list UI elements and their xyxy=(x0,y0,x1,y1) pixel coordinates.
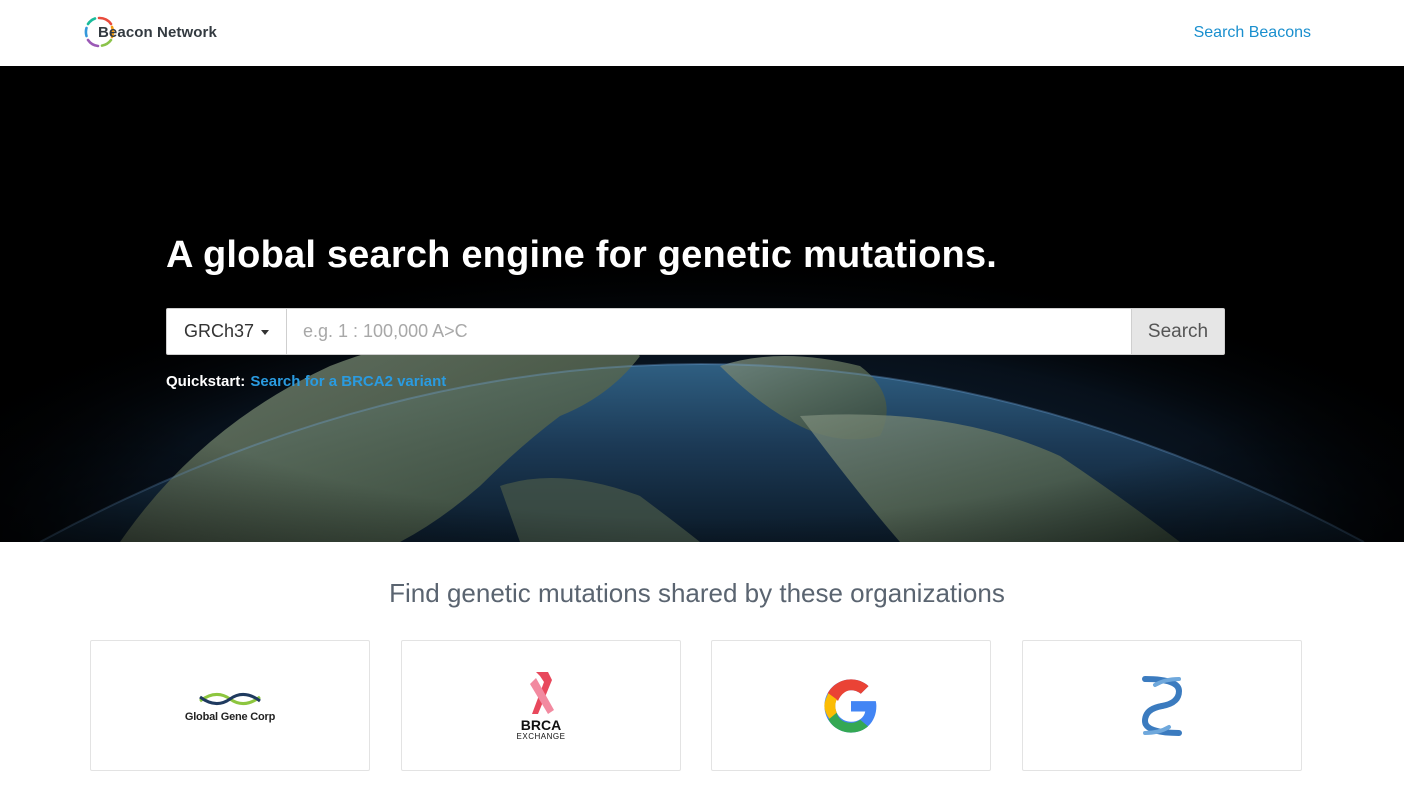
dna-swoosh-icon xyxy=(199,692,261,705)
ribbon-icon xyxy=(530,671,554,714)
assembly-dropdown[interactable]: GRCh37 xyxy=(166,308,287,355)
brca-name: BRCA xyxy=(520,716,562,733)
assembly-selected: GRCh37 xyxy=(183,321,255,341)
org-card-global-gene-corp[interactable]: Global Gene Corp xyxy=(90,640,370,771)
hero-title: A global search engine for genetic mutat… xyxy=(166,234,998,276)
search-bar: GRCh37 Search xyxy=(166,308,1225,355)
search-button[interactable]: Search xyxy=(1131,308,1225,355)
org-card-brca-exchange[interactable]: BRCA EXCHANGE xyxy=(401,640,681,771)
brca-exchange-logo: BRCA EXCHANGE xyxy=(517,670,566,742)
global-gene-corp-name: Global Gene Corp xyxy=(184,710,276,723)
brca-subtitle: EXCHANGE xyxy=(516,731,566,741)
variant-search-input[interactable] xyxy=(287,308,1131,355)
caret-down-icon xyxy=(261,330,270,335)
organizations-title: Find genetic mutations shared by these o… xyxy=(389,578,1005,608)
quickstart-label: Quickstart: xyxy=(166,373,246,390)
helix-logo-icon xyxy=(1141,675,1183,736)
quickstart: Quickstart: Search for a BRCA2 variant xyxy=(166,373,446,390)
org-card-helix[interactable] xyxy=(1022,640,1302,771)
hero-section: A global search engine for genetic mutat… xyxy=(0,66,1404,542)
quickstart-brca2-link[interactable]: Search for a BRCA2 variant xyxy=(250,373,446,390)
global-gene-corp-logo: Global Gene Corp xyxy=(185,689,275,723)
top-navbar: Beacon Network Search Beacons xyxy=(0,0,1404,66)
org-card-google[interactable] xyxy=(711,640,991,771)
earth-background-image xyxy=(0,66,1404,542)
search-beacons-link[interactable]: Search Beacons xyxy=(1194,24,1311,42)
brand-logo-link[interactable]: Beacon Network xyxy=(82,12,217,52)
google-logo-icon xyxy=(824,678,877,733)
brand-name: Beacon Network xyxy=(98,23,217,41)
